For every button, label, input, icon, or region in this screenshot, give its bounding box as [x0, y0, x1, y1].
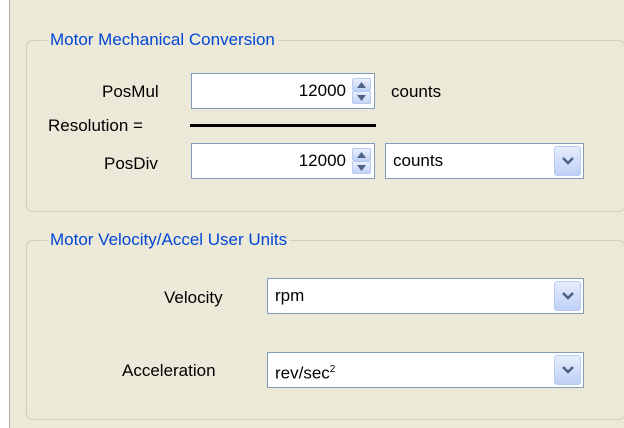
chevron-down-icon: [562, 157, 574, 165]
posmul-unit: counts: [391, 82, 442, 101]
triangle-down-icon: [357, 165, 366, 171]
mechanical-conversion-title: Motor Mechanical Conversion: [47, 30, 278, 50]
posdiv-spin-buttons: [352, 148, 371, 174]
posmul-spin-buttons: [352, 78, 371, 104]
posdiv-unit-dropdown-button[interactable]: [554, 146, 581, 176]
posdiv-spin-down-button[interactable]: [352, 161, 371, 174]
posmul-value[interactable]: 12000: [299, 81, 346, 101]
velocity-dropdown-button[interactable]: [554, 281, 581, 311]
posmul-spin-up-button[interactable]: [352, 78, 371, 91]
acceleration-label: Acceleration: [122, 361, 216, 380]
velocity-units-group: Motor Velocity/Accel User Units: [26, 230, 624, 420]
triangle-up-icon: [357, 152, 366, 158]
acceleration-dropdown-button[interactable]: [554, 355, 581, 385]
left-divider: [9, 0, 10, 428]
posmul-label: PosMul: [102, 82, 159, 101]
posmul-spin-down-button[interactable]: [352, 91, 371, 104]
left-strip: [0, 0, 9, 428]
posdiv-spin-up-button[interactable]: [352, 148, 371, 161]
chevron-down-icon: [562, 366, 574, 374]
triangle-down-icon: [357, 95, 366, 101]
posmul-spinner[interactable]: 12000: [191, 73, 375, 109]
acceleration-unit-combo[interactable]: rev/sec2: [267, 352, 584, 388]
acceleration-unit-value: rev/sec2: [275, 360, 335, 384]
velocity-label: Velocity: [164, 288, 223, 307]
posdiv-spinner[interactable]: 12000: [191, 143, 375, 179]
posdiv-label: PosDiv: [104, 154, 158, 173]
triangle-up-icon: [357, 82, 366, 88]
posdiv-unit-combo[interactable]: counts: [385, 143, 584, 179]
velocity-units-title: Motor Velocity/Accel User Units: [47, 230, 291, 250]
resolution-label: Resolution =: [48, 116, 143, 135]
velocity-unit-value: rpm: [275, 286, 305, 305]
posdiv-value[interactable]: 12000: [299, 151, 346, 171]
chevron-down-icon: [562, 292, 574, 300]
velocity-unit-combo[interactable]: rpm: [267, 278, 584, 314]
fraction-bar: [190, 124, 376, 127]
acceleration-unit-exponent: 2: [329, 364, 336, 375]
acceleration-unit-base: rev/sec: [275, 363, 330, 383]
posdiv-unit-value: counts: [393, 151, 444, 170]
